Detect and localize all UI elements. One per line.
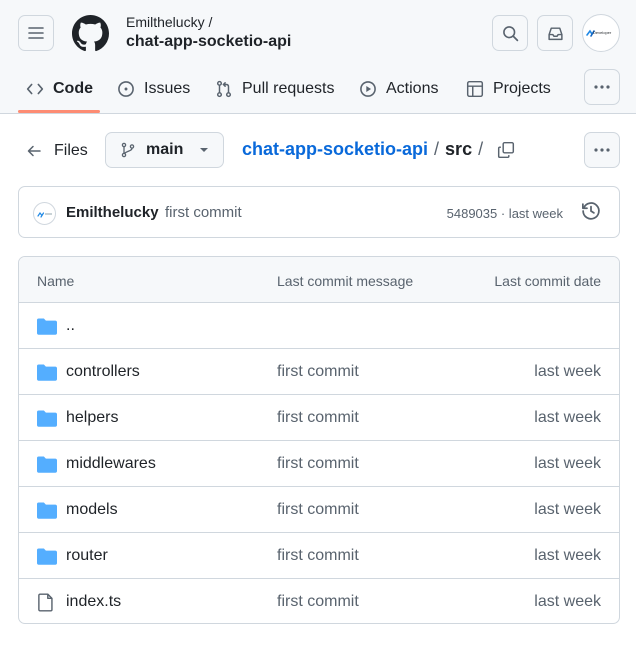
history-icon	[582, 202, 600, 220]
breadcrumb-current: src	[445, 139, 473, 159]
table-row[interactable]: models first commit last week	[19, 487, 619, 533]
commit-author[interactable]: Emilthelucky	[66, 204, 159, 221]
tab-code[interactable]: Code	[26, 66, 93, 112]
table-row[interactable]: controllers first commit last week	[19, 349, 619, 395]
commit-author-avatar[interactable]	[33, 202, 56, 225]
file-table: Name Last commit message Last commit dat…	[18, 256, 620, 624]
commit-message[interactable]: first commit	[165, 204, 242, 221]
code-icon	[26, 83, 44, 95]
git-branch-icon	[121, 142, 135, 158]
more-tabs-button[interactable]	[584, 69, 620, 105]
column-header-message: Last commit message	[277, 273, 414, 289]
commit-date-cell: last week	[534, 363, 601, 380]
issue-icon	[118, 81, 134, 97]
column-header-date: Last commit date	[494, 273, 601, 289]
commit-date-cell: last week	[534, 409, 601, 426]
inbox-button[interactable]	[537, 15, 573, 51]
commit-sha-and-date[interactable]: 5489035 · last week	[447, 206, 563, 221]
table-row[interactable]: ..	[19, 303, 619, 349]
kebab-horizontal-icon	[594, 148, 610, 152]
files-label: Files	[54, 142, 88, 159]
hamburger-icon	[28, 27, 44, 39]
avatar-text: Developer	[593, 30, 612, 35]
tab-projects[interactable]: Projects	[466, 66, 551, 112]
triangle-down-icon	[200, 148, 209, 152]
play-icon	[360, 81, 376, 97]
commit-message-cell[interactable]: first commit	[277, 593, 359, 611]
copy-path-button[interactable]	[497, 141, 515, 159]
file-name[interactable]: middlewares	[66, 455, 156, 473]
repo-nav-tabs: Code Issues Pull requests Actions Projec…	[0, 66, 636, 114]
tab-code-label: Code	[53, 80, 93, 97]
folder-icon	[37, 364, 57, 381]
commit-message-cell[interactable]: first commit	[277, 455, 359, 473]
file-name[interactable]: router	[66, 547, 108, 565]
file-name[interactable]: helpers	[66, 409, 118, 427]
files-toggle-button[interactable]: Files	[26, 135, 88, 167]
folder-icon	[37, 548, 57, 565]
commit-message-cell[interactable]: first commit	[277, 501, 359, 519]
repo-name-link[interactable]: chat-app-socketio-api	[126, 33, 291, 51]
tab-issues[interactable]: Issues	[117, 66, 190, 112]
breadcrumb: chat-app-socketio-api / src /	[242, 139, 515, 160]
tab-actions-label: Actions	[386, 80, 439, 97]
commit-date-cell: last week	[534, 547, 601, 564]
developer-logo-icon	[36, 211, 52, 218]
branch-selector[interactable]: main	[105, 132, 224, 168]
menu-button[interactable]	[18, 15, 54, 51]
tab-actions[interactable]: Actions	[359, 66, 438, 112]
branch-name: main	[146, 141, 184, 158]
search-button[interactable]	[492, 15, 528, 51]
kebab-horizontal-icon	[594, 85, 610, 89]
folder-icon	[37, 502, 57, 519]
history-button[interactable]	[581, 201, 601, 226]
file-name[interactable]: index.ts	[66, 593, 121, 611]
column-header-name: Name	[37, 273, 75, 289]
commit-date-cell: last week	[534, 593, 601, 610]
latest-commit-box: Emilthelucky first commit 5489035 · last…	[18, 186, 620, 238]
table-row[interactable]: middlewares first commit last week	[19, 441, 619, 487]
tab-projects-label: Projects	[493, 80, 551, 97]
table-header: Name Last commit message Last commit dat…	[19, 257, 619, 303]
file-name[interactable]: models	[66, 501, 118, 519]
pull-request-icon	[216, 80, 232, 98]
search-icon	[502, 25, 518, 41]
active-tab-indicator	[18, 110, 100, 113]
breadcrumb-separator: /	[434, 139, 440, 159]
breadcrumb-repo-link[interactable]: chat-app-socketio-api	[242, 139, 428, 160]
table-row[interactable]: index.ts first commit last week	[19, 579, 619, 623]
tab-pull-requests-label: Pull requests	[242, 80, 335, 97]
folder-icon	[37, 410, 57, 427]
commit-message-cell[interactable]: first commit	[277, 409, 359, 427]
more-options-button[interactable]	[584, 132, 620, 168]
copy-icon	[498, 141, 515, 158]
commit-date-cell: last week	[534, 501, 601, 518]
table-row[interactable]: router first commit last week	[19, 533, 619, 579]
table-row[interactable]: helpers first commit last week	[19, 395, 619, 441]
commit-message-cell[interactable]: first commit	[277, 547, 359, 565]
folder-icon	[37, 456, 57, 473]
tab-pull-requests[interactable]: Pull requests	[215, 66, 335, 112]
file-name[interactable]: ..	[66, 317, 75, 335]
tab-issues-label: Issues	[144, 80, 191, 97]
inbox-icon	[547, 26, 563, 40]
github-logo-icon[interactable]	[72, 15, 109, 52]
commit-message-cell[interactable]: first commit	[277, 363, 359, 381]
repo-owner-link[interactable]: Emilthelucky /	[126, 14, 212, 30]
breadcrumb-separator: /	[478, 139, 484, 159]
file-icon	[38, 593, 53, 612]
arrow-left-icon	[27, 145, 41, 157]
file-name[interactable]: controllers	[66, 363, 140, 381]
commit-date-cell: last week	[534, 455, 601, 472]
folder-icon	[37, 318, 57, 335]
table-icon	[466, 80, 484, 98]
